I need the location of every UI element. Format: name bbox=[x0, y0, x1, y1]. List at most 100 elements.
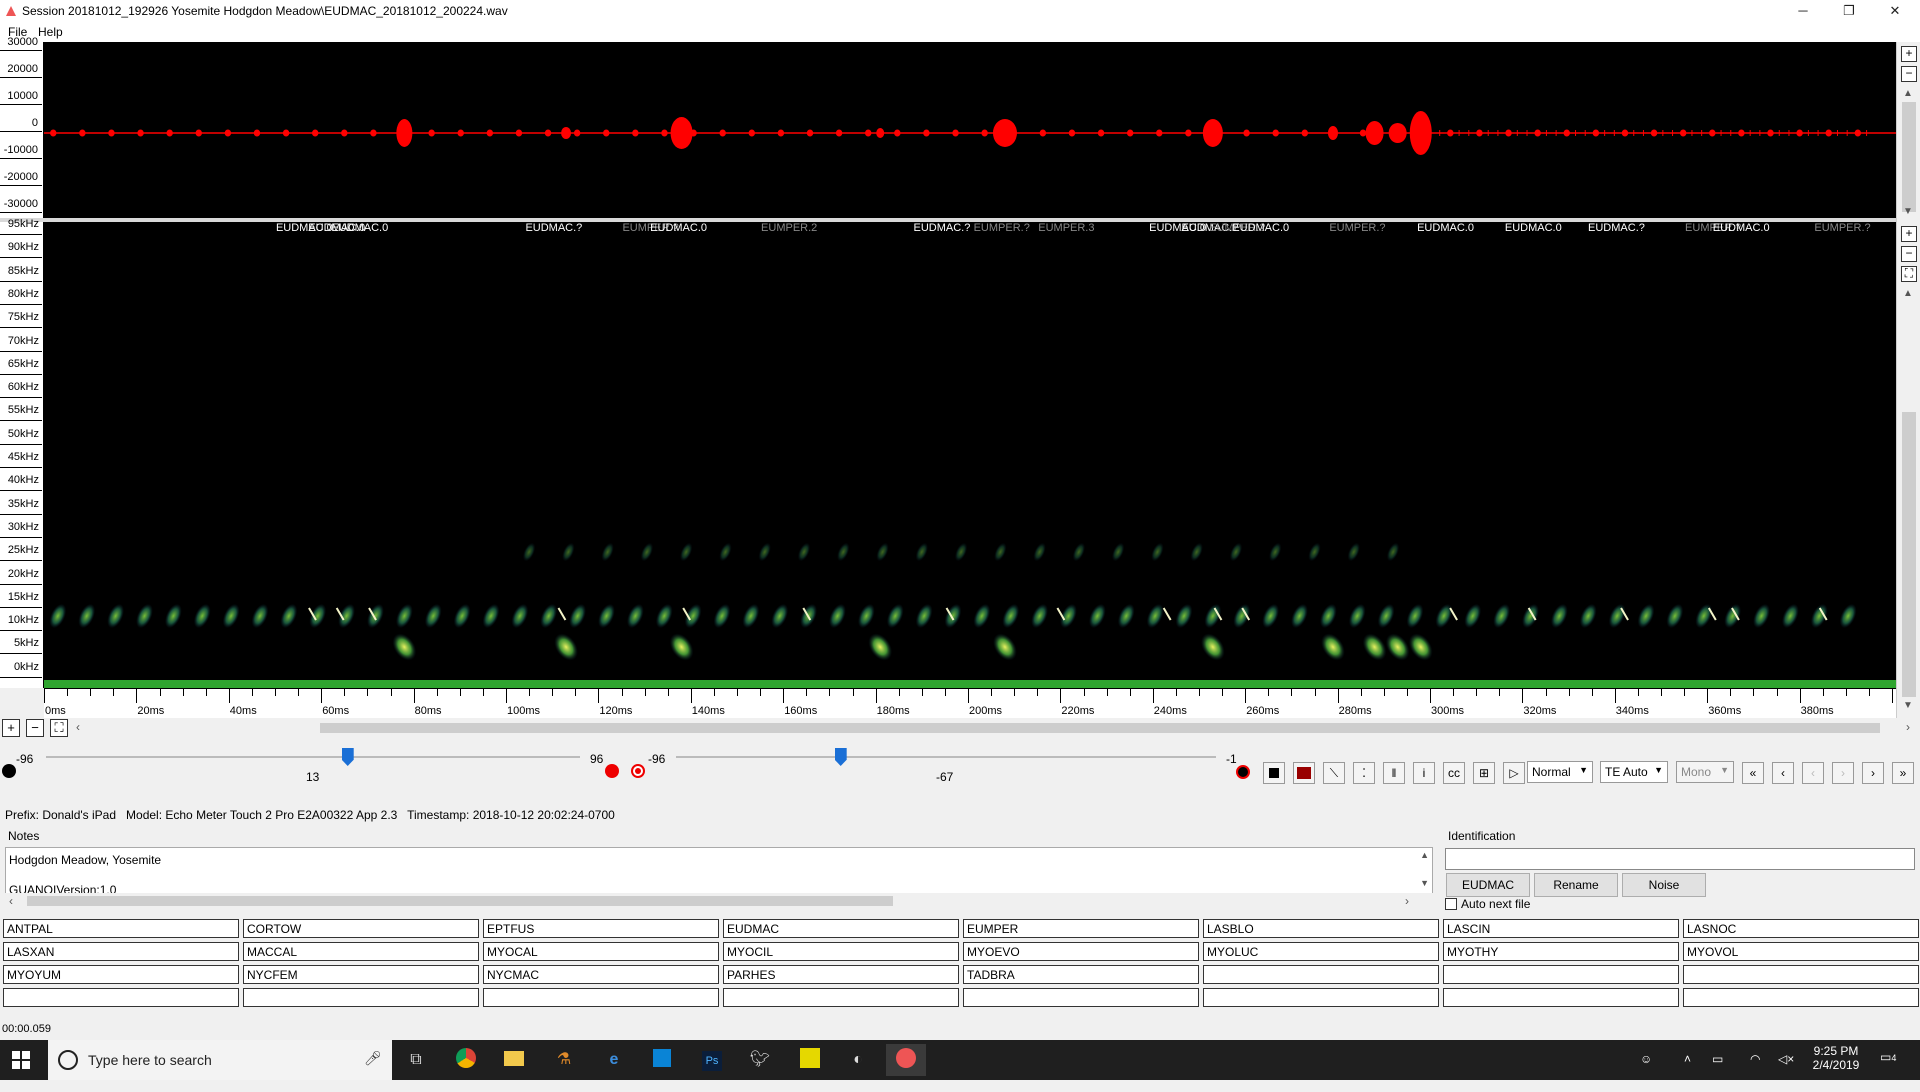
species-button[interactable]: ANTPAL bbox=[3, 919, 239, 938]
identification-input[interactable] bbox=[1445, 848, 1915, 870]
next-marker-icon[interactable]: › bbox=[1832, 762, 1854, 784]
red-ring-icon[interactable] bbox=[631, 764, 645, 778]
scroll-down-arrow-icon[interactable]: ▼ bbox=[1420, 878, 1429, 888]
channel-select[interactable]: Mono ▼ bbox=[1676, 761, 1734, 783]
species-button[interactable] bbox=[1443, 965, 1679, 984]
eudmac-button[interactable]: EUDMAC bbox=[1446, 873, 1530, 897]
zoom-out-amplitude-button[interactable]: − bbox=[1901, 66, 1917, 82]
app-icon[interactable]: 🐦︎ bbox=[740, 1044, 780, 1076]
scroll-up-arrow-icon[interactable]: ▲ bbox=[1903, 88, 1913, 99]
grid-icon[interactable]: ⊞ bbox=[1473, 762, 1495, 784]
slider2-track[interactable] bbox=[676, 756, 1216, 758]
app-icon[interactable]: ⚗ bbox=[544, 1044, 584, 1076]
species-button[interactable]: EUDMAC bbox=[723, 919, 959, 938]
cc-icon[interactable]: cc bbox=[1443, 762, 1465, 784]
zoom-out-time-button[interactable]: − bbox=[26, 719, 44, 737]
notes-hscrollbar[interactable]: ‹ › bbox=[5, 893, 1433, 909]
species-button[interactable] bbox=[1683, 965, 1919, 984]
app-icon[interactable]: ◐ bbox=[838, 1044, 878, 1076]
species-button[interactable]: LASCIN bbox=[1443, 919, 1679, 938]
chrome-icon[interactable] bbox=[446, 1044, 486, 1076]
prev-marker-icon[interactable]: ‹ bbox=[1802, 762, 1824, 784]
species-button[interactable]: CORTOW bbox=[243, 919, 479, 938]
checkbox-icon[interactable] bbox=[1445, 898, 1457, 910]
windows-start-icon[interactable] bbox=[12, 1051, 30, 1072]
species-button[interactable]: EPTFUS bbox=[483, 919, 719, 938]
black-dot-icon[interactable] bbox=[2, 764, 16, 778]
last-file-icon[interactable]: » bbox=[1892, 762, 1914, 784]
spectrogram-vscroll-thumb[interactable] bbox=[1902, 412, 1916, 697]
microphone-icon[interactable]: 🎤︎ bbox=[364, 1050, 382, 1067]
people-icon[interactable]: ☺ bbox=[1640, 1052, 1652, 1092]
species-button[interactable]: NYCFEM bbox=[243, 965, 479, 984]
waveform-vscroll-thumb[interactable] bbox=[1902, 102, 1916, 212]
chevron-up-icon[interactable]: ˄ bbox=[1684, 1052, 1691, 1092]
species-button[interactable] bbox=[963, 988, 1199, 1007]
rename-button[interactable]: Rename bbox=[1534, 873, 1618, 897]
noise-button[interactable]: Noise bbox=[1622, 873, 1706, 897]
zoom-in-time-button[interactable]: + bbox=[2, 719, 20, 737]
next-file-icon[interactable]: › bbox=[1862, 762, 1884, 784]
kaleidoscope-app-icon[interactable] bbox=[886, 1044, 926, 1076]
species-button[interactable] bbox=[243, 988, 479, 1007]
wifi-icon[interactable]: ◠ bbox=[1750, 1052, 1760, 1092]
scroll-down-arrow-icon[interactable]: ▼ bbox=[1903, 700, 1913, 711]
record-button[interactable] bbox=[1232, 762, 1254, 784]
species-button[interactable]: NYCMAC bbox=[483, 965, 719, 984]
edge-icon[interactable]: e bbox=[594, 1044, 634, 1076]
zoom-in-amplitude-button[interactable]: + bbox=[1901, 46, 1917, 62]
info-icon[interactable]: i bbox=[1413, 762, 1435, 784]
prev-file-icon[interactable]: ‹ bbox=[1772, 762, 1794, 784]
scroll-down-arrow-icon[interactable]: ▼ bbox=[1903, 206, 1913, 217]
mode-select[interactable]: Normal ▼ bbox=[1527, 761, 1593, 783]
zoom-fit-frequency-button[interactable]: ⛶ bbox=[1901, 266, 1917, 282]
dots-icon[interactable]: ⁚ bbox=[1353, 762, 1375, 784]
first-file-icon[interactable]: « bbox=[1742, 762, 1764, 784]
spectrogram-panel[interactable]: EUDMAC.0 EUDMAC.0 EUDMAC.0 EUDMAC.? EUMPER.?… bbox=[0, 222, 1896, 688]
species-button[interactable]: MYOYUM bbox=[3, 965, 239, 984]
species-button[interactable]: LASBLO bbox=[1203, 919, 1439, 938]
slider1-thumb[interactable] bbox=[341, 748, 354, 766]
species-button[interactable]: MACCAL bbox=[243, 942, 479, 961]
species-button[interactable]: MYOLUC bbox=[1203, 942, 1439, 961]
battery-icon[interactable]: ▭ bbox=[1712, 1052, 1723, 1092]
waveform-panel[interactable] bbox=[0, 42, 1896, 218]
species-button[interactable] bbox=[1683, 988, 1919, 1007]
notifications-icon[interactable]: ▭4 bbox=[1880, 1050, 1896, 1090]
spectrogram-color-icon[interactable] bbox=[1293, 762, 1315, 784]
species-button[interactable] bbox=[1203, 988, 1439, 1007]
clock[interactable]: 9:25 PM 2/4/2019 bbox=[1806, 1044, 1866, 1084]
scroll-left-arrow-icon[interactable]: ‹ bbox=[76, 720, 80, 734]
file-explorer-icon[interactable] bbox=[494, 1044, 534, 1076]
diagonal-line-icon[interactable]: ⟍ bbox=[1323, 762, 1345, 784]
species-button[interactable]: MYOVOL bbox=[1683, 942, 1919, 961]
taskbar-search[interactable]: Type here to search 🎤︎ bbox=[48, 1040, 392, 1080]
zoom-in-frequency-button[interactable]: + bbox=[1901, 226, 1917, 242]
pause-icon[interactable]: ‖ bbox=[1383, 762, 1405, 784]
zoom-out-frequency-button[interactable]: − bbox=[1901, 246, 1917, 262]
species-button[interactable]: MYOCAL bbox=[483, 942, 719, 961]
task-view-icon[interactable]: ⧉ bbox=[396, 1044, 436, 1076]
species-button[interactable]: LASNOC bbox=[1683, 919, 1919, 938]
species-button[interactable] bbox=[723, 988, 959, 1007]
stop-button[interactable] bbox=[1263, 762, 1285, 784]
red-dot-icon[interactable] bbox=[605, 764, 619, 778]
auto-next-checkbox[interactable]: Auto next file bbox=[1445, 897, 1530, 911]
species-button[interactable]: MYOTHY bbox=[1443, 942, 1679, 961]
scroll-up-arrow-icon[interactable]: ▲ bbox=[1903, 288, 1913, 299]
species-button[interactable]: MYOEVO bbox=[963, 942, 1199, 961]
species-button[interactable]: LASXAN bbox=[3, 942, 239, 961]
time-scroll-thumb[interactable] bbox=[320, 723, 1880, 733]
minimize-button[interactable]: ─ bbox=[1780, 0, 1826, 22]
store-icon[interactable] bbox=[642, 1044, 682, 1076]
species-button[interactable]: MYOCIL bbox=[723, 942, 959, 961]
species-button[interactable]: TADBRA bbox=[963, 965, 1199, 984]
scroll-right-arrow-icon[interactable]: › bbox=[1906, 720, 1910, 734]
species-button[interactable] bbox=[1443, 988, 1679, 1007]
volume-icon[interactable]: ◁× bbox=[1778, 1052, 1794, 1092]
notes-textarea[interactable]: Hodgdon Meadow, Yosemite GUANOIVersion:1… bbox=[5, 847, 1433, 895]
species-button[interactable] bbox=[3, 988, 239, 1007]
close-button[interactable]: ✕ bbox=[1872, 0, 1918, 22]
notes-hscroll-thumb[interactable] bbox=[27, 896, 893, 906]
species-button[interactable] bbox=[483, 988, 719, 1007]
